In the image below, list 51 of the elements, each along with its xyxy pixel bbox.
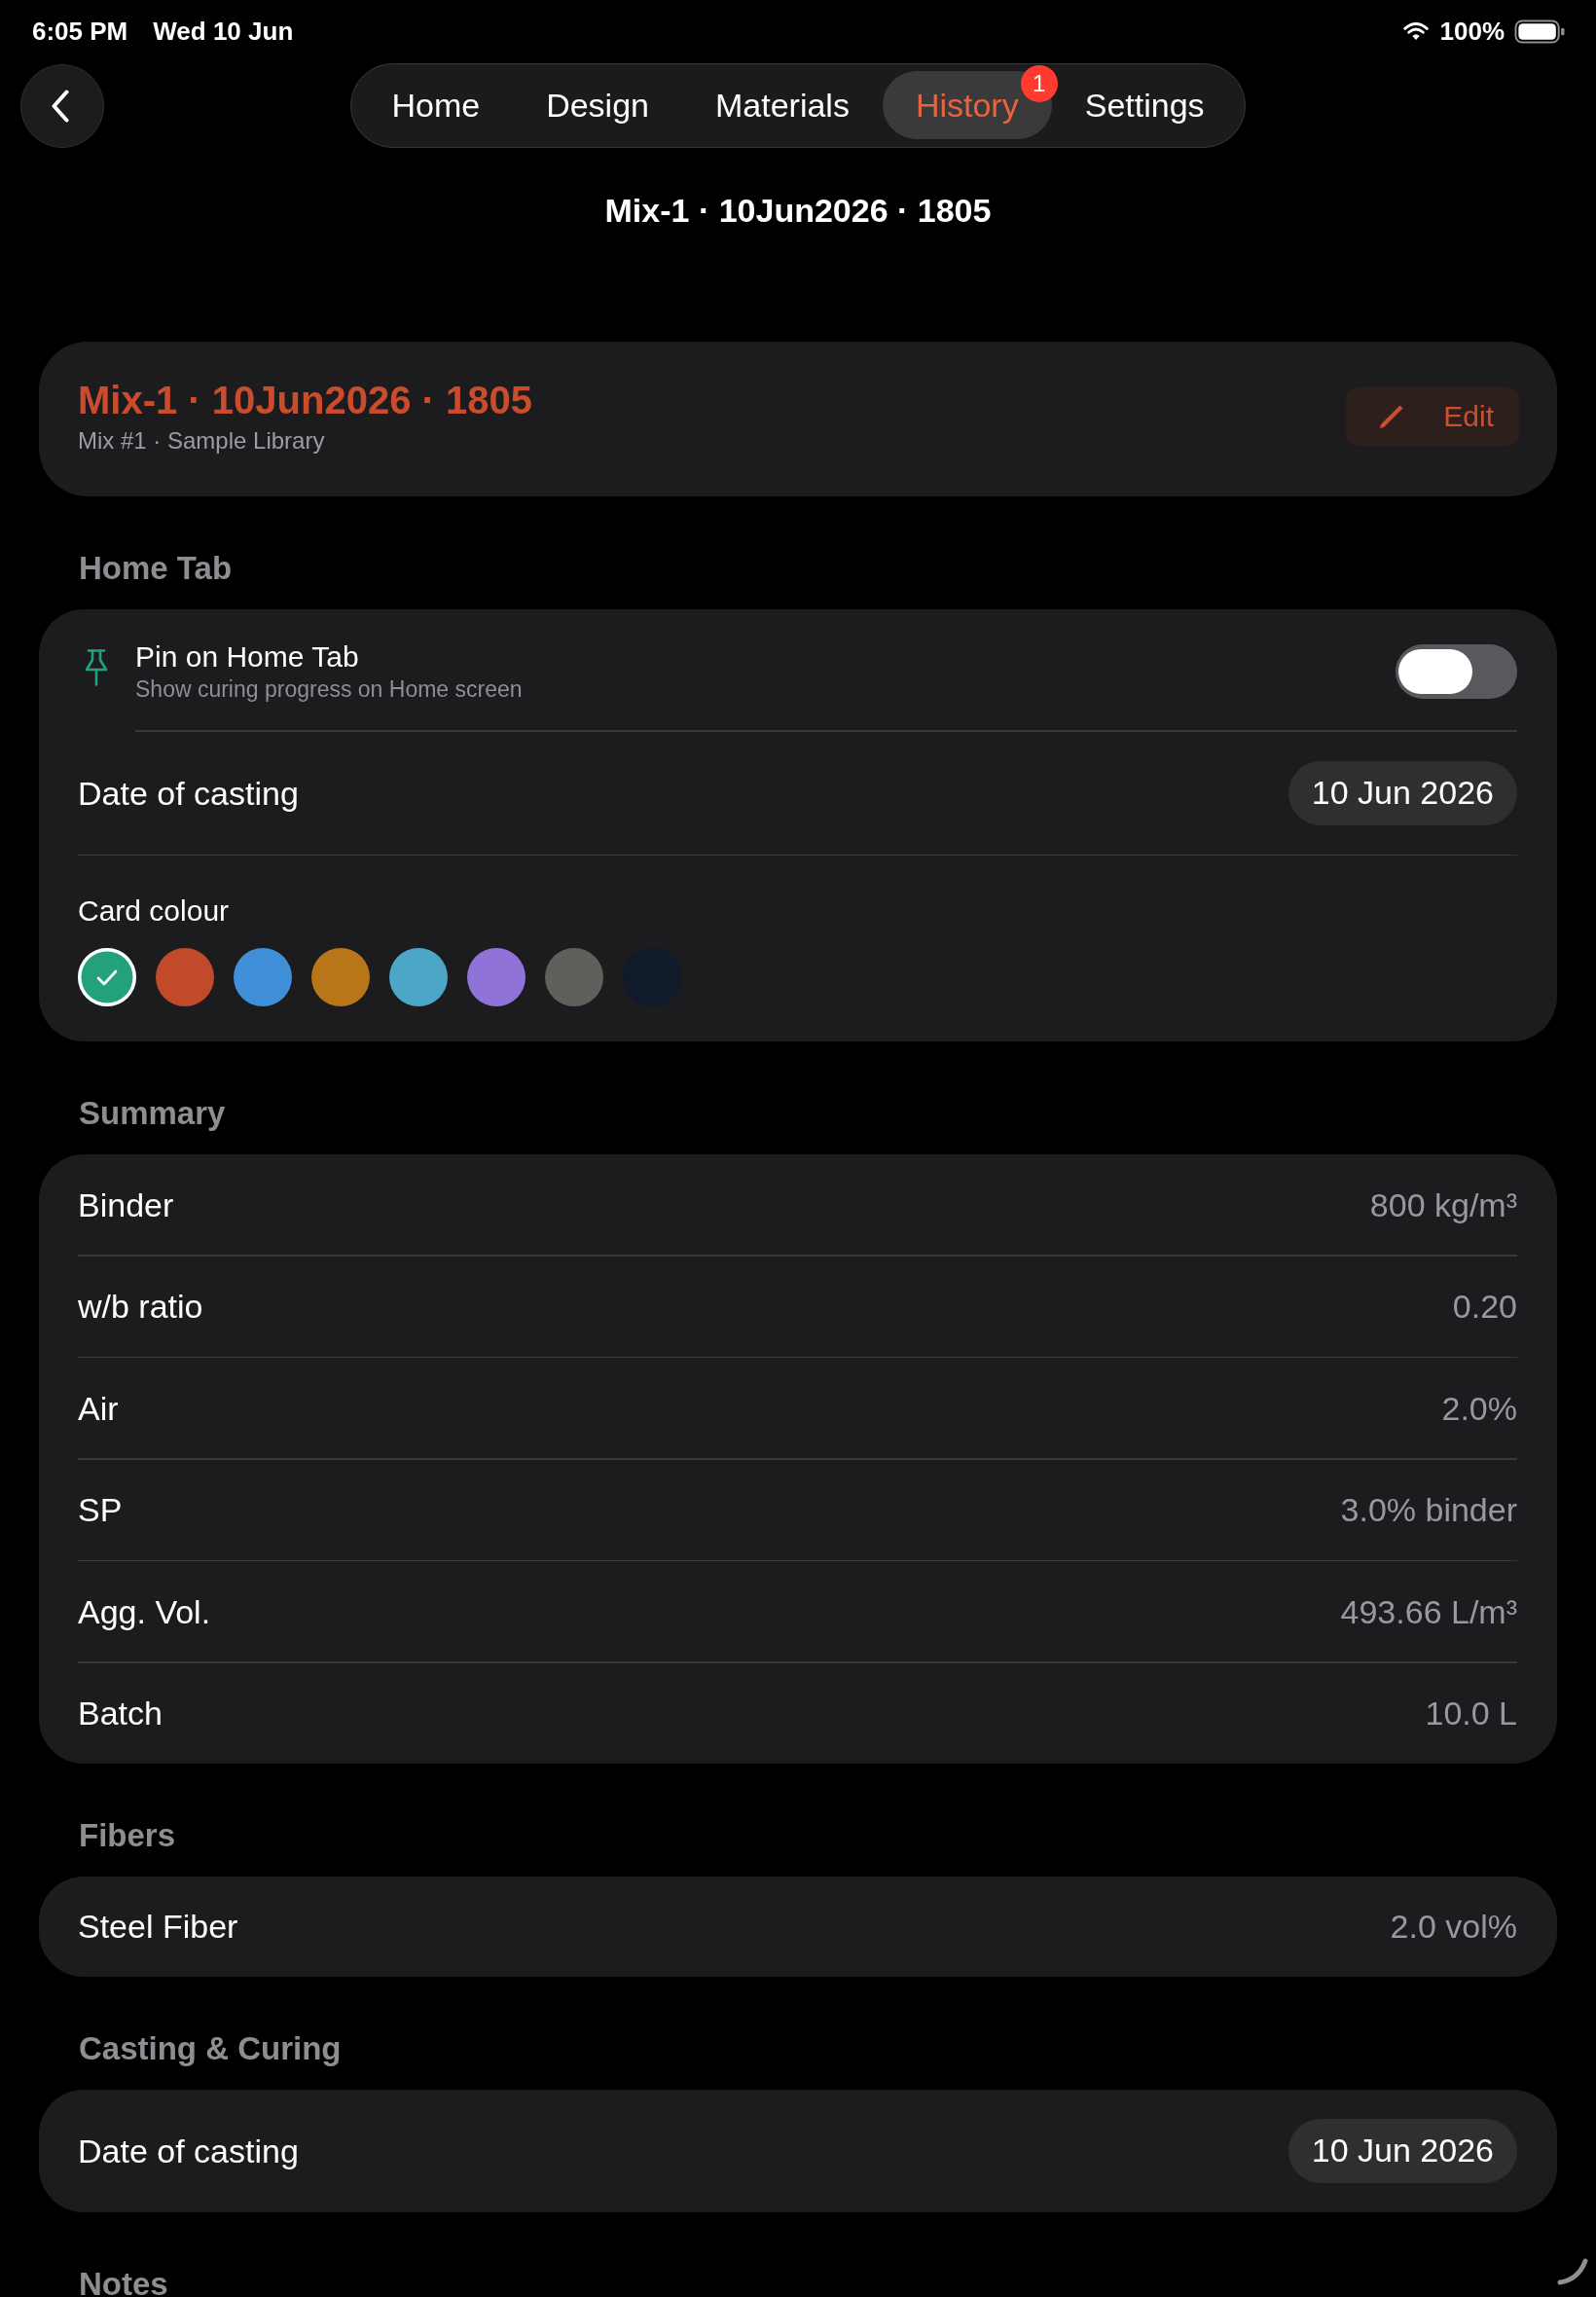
notification-badge: 1 xyxy=(1020,65,1058,102)
mix-subtitle: Mix #1 · Sample Library xyxy=(78,426,326,456)
edit-button[interactable]: Edit xyxy=(1346,386,1519,446)
scroll-indicator xyxy=(1557,2258,1588,2285)
row-label: Batch xyxy=(78,1694,163,1732)
pushpin-icon xyxy=(84,648,109,687)
section-heading: Notes xyxy=(79,2264,168,2297)
wifi-icon xyxy=(1402,21,1429,41)
colour-swatch[interactable] xyxy=(467,948,526,1006)
row-label: Date of casting xyxy=(78,773,299,813)
tab[interactable]: Home xyxy=(358,71,514,139)
colour-swatch[interactable] xyxy=(78,948,136,1006)
section-heading: Home Tab xyxy=(79,549,233,588)
row-label: w/b ratio xyxy=(78,1287,203,1326)
colour-swatch[interactable] xyxy=(234,948,292,1006)
setting-description: Show curing progress on Home screen xyxy=(135,675,523,703)
section-heading: Fibers xyxy=(79,1815,176,1855)
date-picker-button[interactable]: 10 Jun 2026 xyxy=(1288,760,1517,825)
row-value: 0.20 xyxy=(1452,1287,1517,1326)
row-value: 493.66 L/m³ xyxy=(1340,1591,1517,1631)
battery-icon xyxy=(1514,18,1565,44)
setting-title: Pin on Home Tab xyxy=(135,639,359,675)
row-label: Binder xyxy=(78,1185,174,1224)
mix-title: Mix-1 · 10Jun2026 · 1805 xyxy=(78,378,532,423)
toggle-switch[interactable] xyxy=(1396,644,1517,699)
tab[interactable]: Materials xyxy=(681,71,883,139)
section-heading: Summary xyxy=(79,1094,226,1133)
row-value: 10.0 L xyxy=(1425,1694,1517,1732)
colour-swatch[interactable] xyxy=(156,948,214,1006)
status-date: Wed 10 Jun xyxy=(153,16,294,47)
colour-swatch[interactable] xyxy=(311,948,370,1006)
status-time: 6:05 PM xyxy=(32,16,128,47)
row-label: Air xyxy=(78,1388,119,1428)
colour-swatch[interactable] xyxy=(545,948,603,1006)
section-heading: Casting & Curing xyxy=(79,2028,342,2068)
date-picker-button[interactable]: 10 Jun 2026 xyxy=(1288,2118,1517,2183)
page-title: Mix-1 · 10Jun2026 · 1805 xyxy=(604,191,992,230)
row-value: 2.0% xyxy=(1441,1388,1517,1428)
row-label: Steel Fiber xyxy=(78,1907,238,1946)
row-value: 3.0% binder xyxy=(1340,1490,1517,1529)
row-label: SP xyxy=(78,1490,123,1529)
row-value: 2.0 vol% xyxy=(1390,1907,1517,1946)
checkmark-icon xyxy=(96,968,118,986)
row-label: Card colour xyxy=(78,893,230,929)
row-label: Agg. Vol. xyxy=(78,1591,211,1631)
colour-swatch[interactable] xyxy=(389,948,448,1006)
battery-percentage: 100% xyxy=(1439,16,1505,47)
tab[interactable]: Design xyxy=(513,71,682,139)
chevron-left-icon xyxy=(51,89,70,123)
row-label: Date of casting xyxy=(78,2131,299,2170)
row-value: 800 kg/m³ xyxy=(1369,1185,1517,1224)
